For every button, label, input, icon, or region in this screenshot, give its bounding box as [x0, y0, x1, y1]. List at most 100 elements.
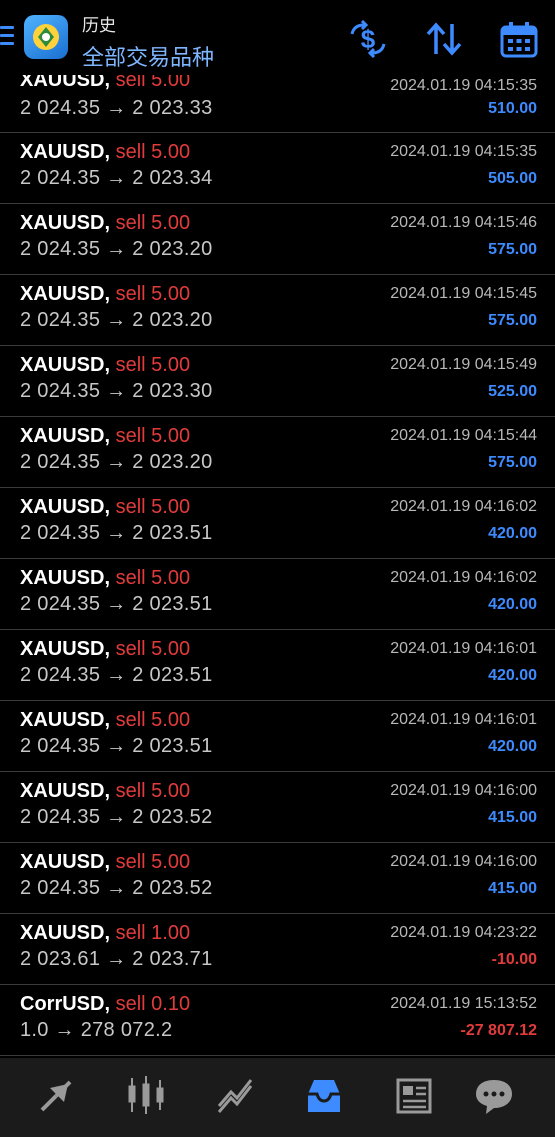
app-logo[interactable] [24, 15, 68, 59]
trade-time: 2024.01.19 04:15:46 [390, 214, 537, 231]
trade-symbol: XAUUSD, sell 5.00 [20, 496, 190, 519]
symbol-label: CorrUSD, [20, 993, 111, 1015]
trade-prices: 2 024.35 → 2 023.20 [20, 238, 213, 260]
trade-prices: 2 024.35 → 2 023.30 [20, 380, 213, 402]
trade-side: sell 5.00 [115, 212, 191, 234]
trade-profit: -10.00 [491, 951, 537, 968]
trade-side: sell 5.00 [115, 354, 191, 376]
trade-symbol: XAUUSD, sell 5.00 [20, 354, 190, 377]
history-icon[interactable] [302, 1074, 346, 1118]
trade-time: 2024.01.19 15:13:52 [390, 995, 537, 1012]
trade-side: sell 5.00 [115, 709, 191, 731]
trade-prices: 2 024.35 → 2 023.20 [20, 309, 213, 331]
symbol-label: XAUUSD, [20, 780, 111, 802]
trade-profit: 525.00 [488, 383, 537, 400]
trade-prices: 1.0 → 278 072.2 [20, 1019, 173, 1041]
trade-row[interactable]: XAUUSD, sell 5.00 2 024.35 → 2 023.52 2024… [0, 772, 555, 843]
symbol-label: XAUUSD, [20, 354, 111, 376]
symbol-filter-title[interactable]: 全部交易品种 [82, 40, 214, 72]
trade-row[interactable]: XAUUSD, sell 5.00 2 024.35 → 2 023.30 2024… [0, 346, 555, 417]
trade-prices: 2 024.35 → 2 023.52 [20, 806, 213, 828]
trade-prices: 2 024.35 → 2 023.20 [20, 451, 213, 473]
trade-time: 2024.01.19 04:15:44 [390, 427, 537, 444]
trade-profit: 575.00 [488, 454, 537, 471]
trade-row[interactable]: XAUUSD, sell 5.00 2 024.35 → 2 023.34 2024… [0, 133, 555, 204]
trade-profit: 575.00 [488, 241, 537, 258]
trade-profit: 420.00 [488, 738, 537, 755]
trade-side: sell 1.00 [115, 922, 191, 944]
trade-side: sell 5.00 [115, 780, 191, 802]
trade-time: 2024.01.19 04:16:00 [390, 782, 537, 799]
symbol-label: XAUUSD, [20, 709, 111, 731]
trade-row[interactable]: XAUUSD, sell 5.00 2 024.35 → 2 023.33 2024… [0, 69, 555, 133]
currency-swap-icon[interactable]: $ [348, 19, 388, 59]
trade-symbol: XAUUSD, sell 5.00 [20, 567, 190, 590]
trade-time: 2024.01.19 04:15:35 [390, 77, 537, 94]
trade-profit: 420.00 [488, 667, 537, 684]
trade-row[interactable]: XAUUSD, sell 5.00 2 024.35 → 2 023.20 2024… [0, 417, 555, 488]
trade-profit: 415.00 [488, 809, 537, 826]
page-subtitle: 历史 [82, 16, 116, 35]
trade-row[interactable]: XAUUSD, sell 1.00 2 023.61 → 2 023.71 2024… [0, 914, 555, 985]
trade-row[interactable]: XAUUSD, sell 5.00 2 024.35 → 2 023.20 2024… [0, 204, 555, 275]
bottom-tab-bar [0, 1058, 555, 1137]
trade-time: 2024.01.19 04:23:22 [390, 924, 537, 941]
trade-profit: 415.00 [488, 880, 537, 897]
trade-row[interactable]: XAUUSD, sell 5.00 2 024.35 → 2 023.20 2024… [0, 275, 555, 346]
trade-time: 2024.01.19 04:16:01 [390, 711, 537, 728]
trade-prices: 2 024.35 → 2 023.51 [20, 664, 213, 686]
trade-time: 2024.01.19 04:15:45 [390, 285, 537, 302]
trade-side: sell 5.00 [115, 638, 191, 660]
trade-symbol: XAUUSD, sell 5.00 [20, 212, 190, 235]
top-bar: 历史 全部交易品种 $ [0, 0, 555, 75]
sort-icon[interactable] [424, 20, 464, 58]
trade-row[interactable]: XAUUSD, sell 5.00 2 024.35 → 2 023.51 2024… [0, 701, 555, 772]
trade-symbol: XAUUSD, sell 5.00 [20, 709, 190, 732]
calendar-icon[interactable] [499, 20, 539, 58]
trade-time: 2024.01.19 04:16:02 [390, 498, 537, 515]
trade-side: sell 5.00 [115, 851, 191, 873]
trade-symbol: XAUUSD, sell 5.00 [20, 425, 190, 448]
trade-prices: 2 024.35 → 2 023.51 [20, 735, 213, 757]
symbol-label: XAUUSD, [20, 922, 111, 944]
trade-side: sell 5.00 [115, 283, 191, 305]
trade-profit: 505.00 [488, 170, 537, 187]
chat-icon[interactable] [472, 1074, 516, 1118]
trade-symbol: XAUUSD, sell 5.00 [20, 780, 190, 803]
trade-profit: 575.00 [488, 312, 537, 329]
trade-prices: 2 024.35 → 2 023.51 [20, 522, 213, 544]
trade-row[interactable]: CorrUSD, sell 0.10 1.0 → 278 072.2 2024.01… [0, 985, 555, 1056]
trade-history-list: XAUUSD, sell 5.00 2 024.35 → 2 023.33 2024… [0, 69, 555, 1056]
trade-symbol: CorrUSD, sell 0.10 [20, 993, 190, 1016]
trade-profit: 510.00 [488, 100, 537, 117]
trade-side: sell 5.00 [115, 425, 191, 447]
trade-side: sell 5.00 [115, 567, 191, 589]
trade-row[interactable]: XAUUSD, sell 5.00 2 024.35 → 2 023.52 2024… [0, 843, 555, 914]
trade-row[interactable]: XAUUSD, sell 5.00 2 024.35 → 2 023.51 2024… [0, 488, 555, 559]
trade-symbol: XAUUSD, sell 1.00 [20, 922, 190, 945]
trade-row[interactable]: XAUUSD, sell 5.00 2 024.35 → 2 023.51 2024… [0, 559, 555, 630]
menu-icon[interactable] [0, 26, 14, 48]
quotes-icon[interactable] [34, 1074, 78, 1118]
trade-symbol: XAUUSD, sell 5.00 [20, 851, 190, 874]
trade-side: sell 5.00 [115, 141, 191, 163]
trade-side: sell 5.00 [115, 496, 191, 518]
trade-icon[interactable] [213, 1074, 257, 1118]
chart-icon[interactable] [124, 1074, 168, 1118]
symbol-label: XAUUSD, [20, 283, 111, 305]
trade-row[interactable]: XAUUSD, sell 5.00 2 024.35 → 2 023.51 2024… [0, 630, 555, 701]
trade-profit: -27 807.12 [460, 1022, 537, 1039]
symbol-label: XAUUSD, [20, 567, 111, 589]
symbol-label: XAUUSD, [20, 496, 111, 518]
trade-prices: 2 024.35 → 2 023.52 [20, 877, 213, 899]
trade-time: 2024.01.19 04:15:35 [390, 143, 537, 160]
trade-prices: 2 024.35 → 2 023.34 [20, 167, 213, 189]
news-icon[interactable] [392, 1074, 436, 1118]
trade-symbol: XAUUSD, sell 5.00 [20, 638, 190, 661]
trade-symbol: XAUUSD, sell 5.00 [20, 141, 190, 164]
symbol-label: XAUUSD, [20, 212, 111, 234]
trade-symbol: XAUUSD, sell 5.00 [20, 283, 190, 306]
symbol-label: XAUUSD, [20, 425, 111, 447]
trade-prices: 2 024.35 → 2 023.33 [20, 97, 213, 119]
trade-profit: 420.00 [488, 525, 537, 542]
